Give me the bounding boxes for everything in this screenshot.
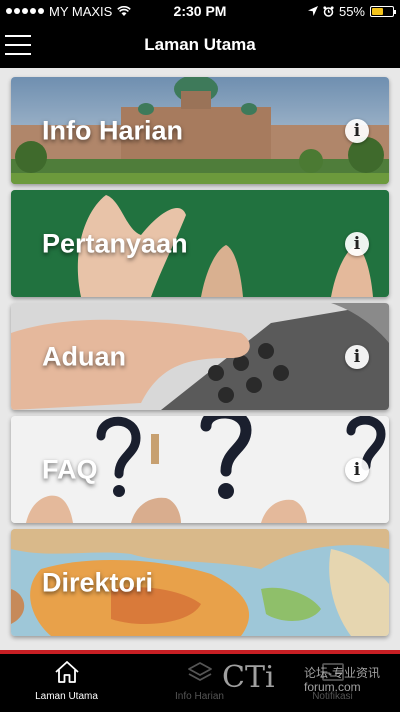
- card-faq[interactable]: FAQ i: [11, 416, 389, 523]
- card-aduan[interactable]: Aduan i: [11, 303, 389, 410]
- card-label: Aduan: [42, 341, 126, 371]
- alarm-clock-icon: [323, 5, 334, 17]
- tab-laman-utama[interactable]: Laman Utama: [0, 660, 133, 702]
- status-right: 55%: [244, 3, 396, 19]
- watermark-brand: CTi: [222, 660, 275, 695]
- navigation-bar: Laman Utama: [0, 22, 400, 68]
- status-left: MY MAXIS: [6, 4, 156, 19]
- info-icon[interactable]: i: [345, 457, 369, 482]
- layers-icon: [187, 662, 212, 681]
- menu-list: Info Harian i Pertanyaan i Aduan i FAQ i…: [0, 68, 400, 650]
- battery-icon: [370, 5, 396, 17]
- card-label: Info Harian: [42, 115, 184, 145]
- page-title: Laman Utama: [144, 35, 256, 54]
- watermark-tagline: 论坛-专业资讯: [304, 666, 380, 680]
- card-direktori[interactable]: Direktori: [11, 529, 389, 636]
- watermark: CTi 论坛-专业资讯 forum.com: [222, 660, 397, 700]
- status-bar: MY MAXIS 2:30 PM 55%: [0, 0, 400, 22]
- location-arrow-icon: [307, 6, 318, 16]
- card-label: Pertanyaan: [42, 228, 188, 258]
- card-pertanyaan[interactable]: Pertanyaan i: [11, 190, 389, 297]
- info-icon[interactable]: i: [345, 344, 369, 369]
- info-icon[interactable]: i: [345, 118, 369, 143]
- hamburger-menu-icon[interactable]: [5, 35, 31, 55]
- tab-label: Laman Utama: [35, 691, 98, 702]
- watermark-url: forum.com: [304, 680, 361, 694]
- battery-fill: [372, 7, 383, 15]
- home-icon: [54, 661, 79, 683]
- info-icon[interactable]: i: [345, 231, 369, 256]
- signal-strength-icon: [6, 8, 44, 14]
- card-info-harian[interactable]: Info Harian i: [11, 77, 389, 184]
- card-label: FAQ: [42, 454, 98, 484]
- card-label: Direktori: [42, 567, 154, 597]
- clock: 2:30 PM: [173, 3, 227, 19]
- battery-percentage: 55%: [338, 3, 365, 19]
- carrier-name: MY MAXIS: [49, 3, 113, 19]
- wifi-icon: [117, 5, 132, 16]
